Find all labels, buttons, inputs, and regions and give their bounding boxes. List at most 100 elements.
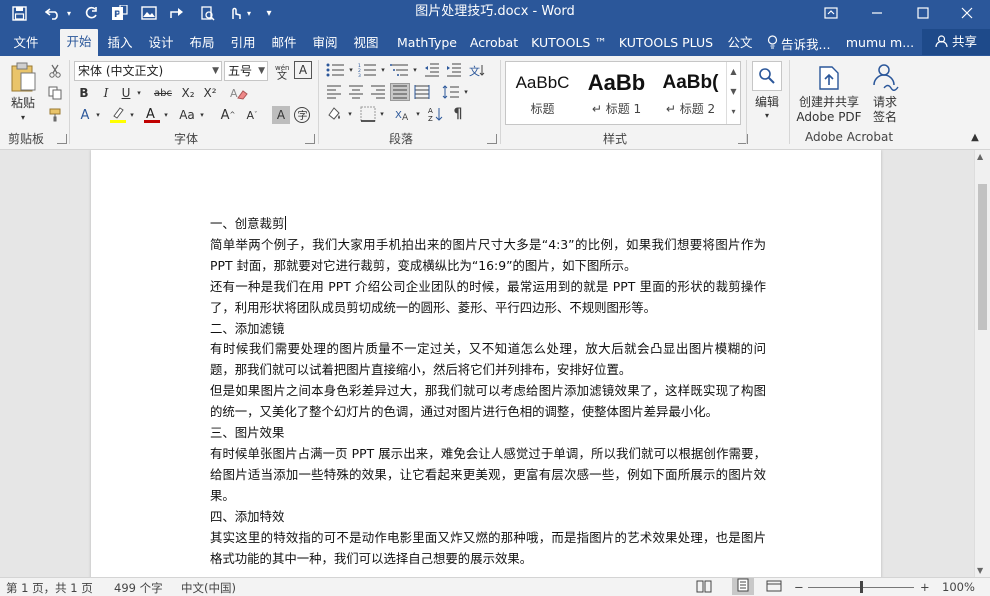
underline-button[interactable]: U: [118, 84, 134, 102]
superscript-button[interactable]: X²: [200, 84, 220, 102]
paste-label[interactable]: 粘贴: [6, 94, 40, 110]
underline-dropdown-icon[interactable]: ▾: [134, 84, 144, 102]
touch-mode-icon[interactable]: [224, 3, 246, 23]
chinese-layout-icon[interactable]: 文: [466, 61, 490, 79]
word-count[interactable]: 499 个字: [114, 580, 163, 596]
bullets-dropdown-icon[interactable]: ▾: [347, 61, 355, 79]
multilevel-dropdown-icon[interactable]: ▾: [411, 61, 419, 79]
distributed-icon[interactable]: [412, 83, 432, 101]
tab-kutools[interactable]: KUTOOLS ™: [530, 33, 608, 56]
tab-review[interactable]: 审阅: [307, 33, 343, 56]
tell-me-box[interactable]: 告诉我...: [767, 33, 839, 56]
tab-gongwen[interactable]: 公文: [722, 33, 758, 56]
bold-button[interactable]: B: [76, 84, 92, 102]
close-icon[interactable]: [944, 0, 990, 26]
heading-paragraph[interactable]: 二、添加滤镜: [210, 319, 766, 340]
read-mode-icon[interactable]: [696, 579, 712, 596]
pdf-icon[interactable]: P: [108, 3, 130, 23]
tab-view[interactable]: 视图: [348, 33, 384, 56]
create-pdf-icon[interactable]: [815, 62, 843, 92]
print-layout-icon[interactable]: [732, 578, 754, 595]
phonetic-guide-icon[interactable]: wén 文: [272, 61, 292, 81]
body-paragraph[interactable]: 有时候我们需要处理的图片质量不一定过关，又不知道怎么处理，放大后就会凸显出图片模…: [210, 339, 766, 381]
borders-dropdown-icon[interactable]: ▾: [378, 105, 386, 123]
sort-icon[interactable]: AZ: [426, 105, 446, 123]
change-case-dropdown-icon[interactable]: ▾: [198, 106, 206, 124]
request-line2[interactable]: 签名: [866, 109, 904, 124]
body-paragraph[interactable]: 有时候单张图片占满一页 PPT 展示出来，难免会让人感觉过于单调，所以我们就可以…: [210, 444, 766, 507]
body-paragraph[interactable]: 简单举两个例子，我们大家用手机拍出来的图片尺寸大多是“4:3”的比例，如果我们想…: [210, 235, 766, 277]
align-center-icon[interactable]: [346, 83, 366, 101]
subscript-button[interactable]: X₂: [178, 84, 198, 102]
undo-dropdown-icon[interactable]: ▾: [64, 3, 74, 23]
shading-icon[interactable]: [324, 105, 346, 123]
scroll-down-icon[interactable]: ▼: [977, 566, 983, 575]
multilevel-list-icon[interactable]: [388, 61, 412, 79]
touch-dropdown-icon[interactable]: ▾: [244, 3, 254, 23]
format-painter-icon[interactable]: [46, 106, 64, 124]
clipboard-launcher-icon[interactable]: [57, 134, 67, 144]
tab-home[interactable]: 开始: [60, 29, 98, 56]
decrease-indent-icon[interactable]: [422, 61, 442, 79]
collapse-ribbon-icon[interactable]: ▲: [968, 130, 982, 144]
tab-references[interactable]: 引用: [225, 33, 261, 56]
eraser-icon[interactable]: A: [226, 84, 252, 102]
heading-paragraph[interactable]: 三、图片效果: [210, 423, 766, 444]
font-launcher-icon[interactable]: [305, 134, 315, 144]
editing-button[interactable]: 编辑: [750, 93, 784, 109]
customize-icon[interactable]: ▾: [258, 3, 280, 23]
heading-paragraph[interactable]: 一、创意裁剪: [210, 214, 766, 235]
copy-icon[interactable]: [46, 84, 64, 102]
asian-typography-icon[interactable]: XA: [392, 105, 414, 123]
increase-indent-icon[interactable]: [444, 61, 464, 79]
bullets-icon[interactable]: [324, 61, 348, 79]
print-preview-icon[interactable]: [196, 3, 218, 23]
italic-button[interactable]: I: [98, 84, 114, 102]
body-paragraph[interactable]: 还有一种是我们在用 PPT 介绍公司企业团队的时候，最常运用到的就是 PPT 里…: [210, 277, 766, 319]
tab-insert[interactable]: 插入: [102, 33, 138, 56]
paragraph-launcher-icon[interactable]: [487, 134, 497, 144]
tab-acrobat[interactable]: Acrobat: [466, 33, 522, 56]
character-shading-button[interactable]: A: [272, 106, 290, 124]
editing-dropdown-icon[interactable]: ▾: [760, 109, 774, 121]
language-indicator[interactable]: 中文(中国): [181, 580, 236, 596]
highlight-icon[interactable]: [108, 104, 128, 124]
document-body[interactable]: 一、创意裁剪 简单举两个例子，我们大家用手机拍出来的图片尺寸大多是“4:3”的比…: [210, 214, 766, 569]
tab-design[interactable]: 设计: [143, 33, 179, 56]
share-icon[interactable]: [166, 3, 188, 23]
enclose-character-icon[interactable]: 字: [292, 105, 312, 125]
character-border-icon[interactable]: A: [294, 61, 312, 79]
vertical-scrollbar[interactable]: ▲ ▼: [974, 150, 990, 577]
picture-icon[interactable]: [138, 3, 160, 23]
zoom-in-icon[interactable]: +: [920, 580, 930, 594]
redo-icon[interactable]: [80, 3, 102, 23]
style-heading-2[interactable]: AaBb( ↵ 标题 2: [654, 62, 727, 124]
grow-font-icon[interactable]: A ^: [220, 106, 236, 124]
font-color-icon[interactable]: A: [142, 104, 162, 124]
minimize-icon[interactable]: [854, 0, 900, 26]
zoom-percent[interactable]: 100%: [942, 580, 975, 594]
heading-paragraph[interactable]: 四、添加特效: [210, 507, 766, 528]
create-share-line2[interactable]: Adobe PDF: [793, 109, 865, 124]
share-button[interactable]: 共享: [922, 29, 990, 55]
strikethrough-button[interactable]: abc: [150, 84, 176, 102]
text-effects-icon[interactable]: A: [76, 106, 94, 124]
request-signature-icon[interactable]: [870, 62, 900, 92]
web-layout-icon[interactable]: [766, 579, 782, 596]
asian-typography-dropdown-icon[interactable]: ▾: [414, 105, 422, 123]
document-page[interactable]: 一、创意裁剪 简单举两个例子，我们大家用手机拍出来的图片尺寸大多是“4:3”的比…: [91, 150, 881, 577]
search-icon[interactable]: [752, 61, 782, 91]
scroll-up-icon[interactable]: ▲: [727, 62, 740, 82]
paragraph-mark-icon[interactable]: ¶: [448, 105, 468, 123]
line-spacing-dropdown-icon[interactable]: ▾: [462, 83, 470, 101]
numbering-dropdown-icon[interactable]: ▾: [379, 61, 387, 79]
shading-dropdown-icon[interactable]: ▾: [346, 105, 354, 123]
text-effects-dropdown-icon[interactable]: ▾: [94, 106, 102, 124]
user-account[interactable]: mumu m...: [845, 33, 915, 56]
numbering-icon[interactable]: 123: [356, 61, 380, 79]
tab-mailings[interactable]: 邮件: [266, 33, 302, 56]
justify-icon[interactable]: [390, 83, 410, 101]
body-paragraph[interactable]: 但是如果图片之间本身色彩差异过大，那我们就可以考虑给图片添加滤镜效果了，这样既实…: [210, 381, 766, 423]
cut-icon[interactable]: [46, 62, 64, 80]
highlight-dropdown-icon[interactable]: ▾: [128, 106, 136, 124]
